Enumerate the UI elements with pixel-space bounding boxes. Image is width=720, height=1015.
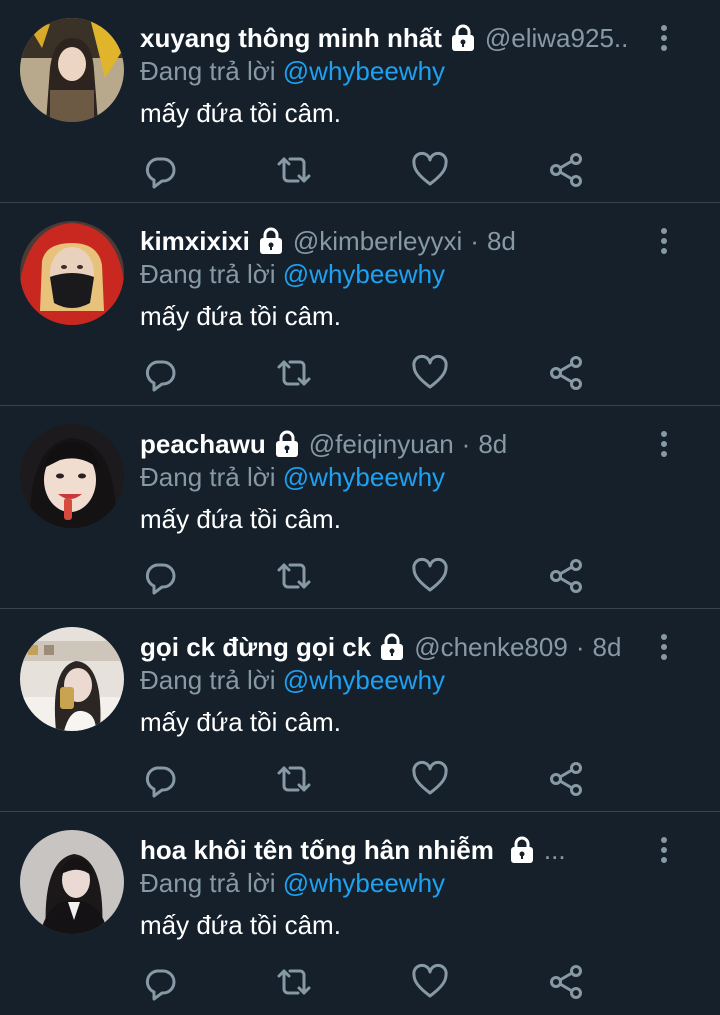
heart-icon[interactable] bbox=[410, 759, 450, 799]
replying-to-label: Đang trả lời bbox=[140, 665, 283, 695]
separator-dot: · bbox=[461, 428, 471, 459]
display-name[interactable]: peachawu bbox=[140, 429, 266, 460]
tweet-item[interactable]: peachawu @feiqinyuan · 8d Đang trả lời @… bbox=[0, 406, 720, 609]
reply-icon[interactable] bbox=[140, 150, 180, 190]
retweet-icon[interactable] bbox=[274, 556, 314, 596]
mention-link[interactable]: @whybeewhy bbox=[283, 868, 445, 898]
tweet-header: peachawu @feiqinyuan · 8d bbox=[140, 424, 650, 464]
user-handle[interactable]: @eliwa925.. bbox=[485, 23, 628, 54]
mention-link[interactable]: @whybeewhy bbox=[283, 462, 445, 492]
lock-icon bbox=[378, 632, 406, 662]
replying-to: Đang trả lời @whybeewhy bbox=[140, 462, 445, 493]
tweet-item[interactable]: xuyang thông minh nhất @eliwa925.. Đang … bbox=[0, 0, 720, 203]
reply-icon[interactable] bbox=[140, 556, 180, 596]
lock-icon bbox=[508, 835, 536, 865]
replying-to-label: Đang trả lời bbox=[140, 868, 283, 898]
replying-to-label: Đang trả lời bbox=[140, 259, 283, 289]
user-handle[interactable]: @chenke809 bbox=[414, 632, 568, 663]
more-vertical-icon[interactable] bbox=[652, 22, 676, 54]
tweet-text: mấy đứa tồi câm. bbox=[140, 910, 341, 940]
tweet-actions bbox=[140, 556, 600, 596]
user-handle[interactable]: ... bbox=[544, 835, 566, 866]
separator-dot: · bbox=[470, 225, 479, 256]
tweet-item[interactable]: hoa khôi tên tống hân nhiễm ... Đang trả… bbox=[0, 812, 720, 1015]
tweet-text: mấy đứa tồi câm. bbox=[140, 301, 341, 331]
tweet-text: mấy đứa tồi câm. bbox=[140, 504, 341, 534]
reply-icon[interactable] bbox=[140, 759, 180, 799]
mention-link[interactable]: @whybeewhy bbox=[283, 259, 445, 289]
mention-link[interactable]: @whybeewhy bbox=[283, 56, 445, 86]
more-vertical-icon[interactable] bbox=[652, 631, 676, 663]
lock-icon bbox=[257, 226, 285, 256]
more-vertical-icon[interactable] bbox=[652, 834, 676, 866]
tweet-actions bbox=[140, 150, 600, 190]
heart-icon[interactable] bbox=[410, 150, 450, 190]
heart-icon[interactable] bbox=[410, 353, 450, 393]
display-name[interactable]: xuyang thông minh nhất bbox=[140, 23, 442, 54]
retweet-icon[interactable] bbox=[274, 962, 314, 1002]
tweet-text: mấy đứa tồi câm. bbox=[140, 98, 341, 128]
replying-to: Đang trả lời @whybeewhy bbox=[140, 259, 445, 290]
tweet-actions bbox=[140, 962, 600, 1002]
tweet-item[interactable]: gọi ck đừng gọi ck @chenke809 · 8d Đang … bbox=[0, 609, 720, 812]
retweet-icon[interactable] bbox=[274, 353, 314, 393]
heart-icon[interactable] bbox=[410, 962, 450, 1002]
user-handle[interactable]: @feiqinyuan bbox=[309, 429, 454, 460]
lock-icon bbox=[449, 23, 477, 53]
replying-to-label: Đang trả lời bbox=[140, 56, 283, 86]
avatar[interactable] bbox=[20, 424, 124, 528]
reply-feed: xuyang thông minh nhất @eliwa925.. Đang … bbox=[0, 0, 720, 1014]
avatar[interactable] bbox=[20, 627, 124, 731]
replying-to: Đang trả lời @whybeewhy bbox=[140, 868, 445, 899]
tweet-item[interactable]: kimxixixi @kimberleyyxi · 8d Đang trả lờ… bbox=[0, 203, 720, 406]
retweet-icon[interactable] bbox=[274, 150, 314, 190]
avatar[interactable] bbox=[20, 830, 124, 934]
reply-icon[interactable] bbox=[140, 962, 180, 1002]
replying-to: Đang trả lời @whybeewhy bbox=[140, 56, 445, 87]
lock-icon bbox=[273, 429, 301, 459]
timestamp[interactable]: 8d bbox=[592, 632, 621, 663]
more-vertical-icon[interactable] bbox=[652, 428, 676, 460]
tweet-text: mấy đứa tồi câm. bbox=[140, 707, 341, 737]
separator-dot: · bbox=[575, 631, 585, 662]
display-name[interactable]: hoa khôi tên tống hân nhiễm bbox=[140, 835, 494, 866]
mention-link[interactable]: @whybeewhy bbox=[283, 665, 445, 695]
avatar[interactable] bbox=[20, 221, 124, 325]
user-handle[interactable]: @kimberleyyxi bbox=[293, 226, 462, 257]
share-icon[interactable] bbox=[546, 150, 586, 190]
tweet-header: kimxixixi @kimberleyyxi · 8d bbox=[140, 221, 650, 261]
share-icon[interactable] bbox=[546, 759, 586, 799]
timestamp[interactable]: 8d bbox=[478, 429, 507, 460]
display-name[interactable]: gọi ck đừng gọi ck bbox=[140, 632, 371, 663]
heart-icon[interactable] bbox=[410, 556, 450, 596]
more-vertical-icon[interactable] bbox=[652, 225, 676, 257]
tweet-actions bbox=[140, 353, 600, 393]
display-name[interactable]: kimxixixi bbox=[140, 226, 250, 257]
tweet-header: hoa khôi tên tống hân nhiễm ... bbox=[140, 830, 650, 870]
retweet-icon[interactable] bbox=[274, 759, 314, 799]
reply-icon[interactable] bbox=[140, 353, 180, 393]
share-icon[interactable] bbox=[546, 353, 586, 393]
avatar[interactable] bbox=[20, 18, 124, 122]
tweet-header: gọi ck đừng gọi ck @chenke809 · 8d bbox=[140, 627, 650, 667]
tweet-actions bbox=[140, 759, 600, 799]
replying-to: Đang trả lời @whybeewhy bbox=[140, 665, 445, 696]
timestamp[interactable]: 8d bbox=[487, 226, 516, 257]
share-icon[interactable] bbox=[546, 556, 586, 596]
tweet-header: xuyang thông minh nhất @eliwa925.. bbox=[140, 18, 650, 58]
share-icon[interactable] bbox=[546, 962, 586, 1002]
replying-to-label: Đang trả lời bbox=[140, 462, 283, 492]
